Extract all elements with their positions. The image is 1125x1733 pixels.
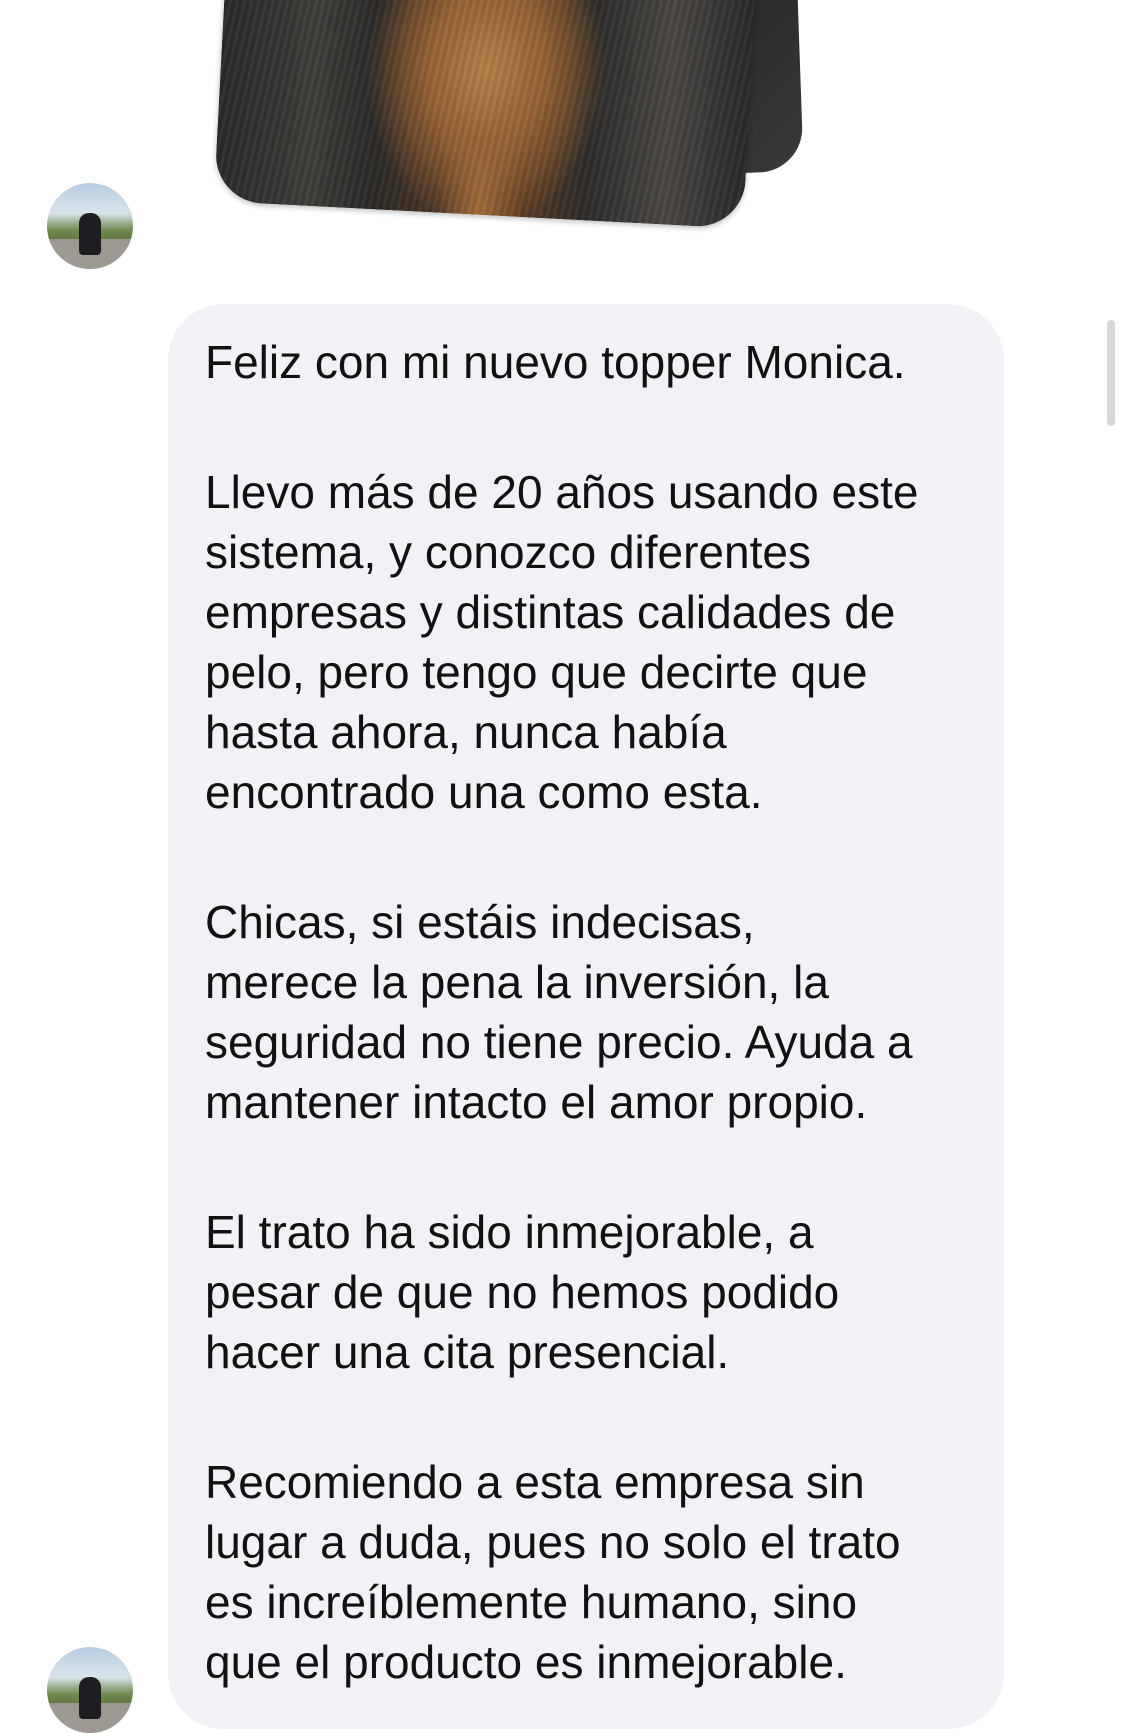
message-paragraph: Chicas, si estáis indecisas, merece la p… xyxy=(205,896,913,1128)
avatar-figure xyxy=(79,213,101,255)
chat-thread: Feliz con mi nuevo topper Monica. Llevo … xyxy=(0,0,1125,1733)
sender-avatar[interactable] xyxy=(47,183,133,269)
avatar-figure xyxy=(79,1677,101,1719)
scrollbar[interactable] xyxy=(1107,320,1115,426)
message-paragraph: El trato ha sido inmejorable, a pesar de… xyxy=(205,1206,840,1378)
message-paragraph: Llevo más de 20 años usando este sistema… xyxy=(205,466,919,818)
message-paragraph: Recomiendo a esta empresa sin lugar a du… xyxy=(205,1456,901,1688)
message-bubble[interactable]: Feliz con mi nuevo topper Monica. Llevo … xyxy=(168,304,1004,1729)
photo-attachment-stack[interactable] xyxy=(200,0,860,260)
sender-avatar[interactable] xyxy=(47,1647,133,1733)
photo-attachment-front[interactable] xyxy=(213,0,757,229)
message-paragraph: Feliz con mi nuevo topper Monica. xyxy=(205,336,906,388)
